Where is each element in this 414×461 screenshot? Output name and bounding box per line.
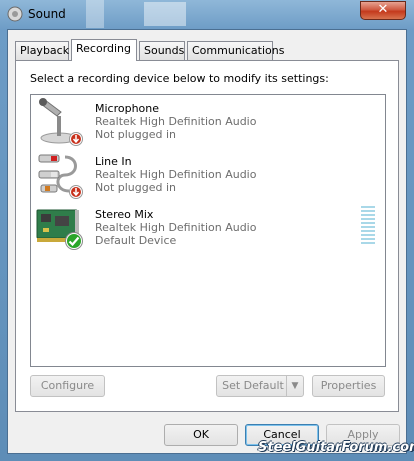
device-item-microphone[interactable]: Microphone Realtek High Definition Audio… bbox=[31, 98, 385, 150]
title-bar[interactable]: Sound ✕ bbox=[0, 0, 414, 28]
device-driver: Realtek High Definition Audio bbox=[95, 168, 257, 181]
device-name: Stereo Mix bbox=[95, 208, 154, 221]
sound-dialog-window: Sound ✕ Playback Recording Sounds Commun… bbox=[0, 0, 414, 461]
device-driver: Realtek High Definition Audio bbox=[95, 115, 257, 128]
tab-communications[interactable]: Communications bbox=[187, 41, 284, 60]
instruction-text: Select a recording device below to modif… bbox=[30, 72, 329, 85]
device-item-line-in[interactable]: Line In Realtek High Definition Audio No… bbox=[31, 151, 385, 203]
device-name: Line In bbox=[95, 155, 132, 168]
ok-button[interactable]: OK bbox=[164, 424, 238, 446]
device-status: Default Device bbox=[95, 234, 177, 247]
chevron-down-icon[interactable]: ▼ bbox=[286, 376, 303, 396]
properties-button[interactable]: Properties bbox=[312, 375, 385, 397]
dialog-client-area: Playback Recording Sounds Communications… bbox=[7, 29, 407, 454]
configure-button[interactable]: Configure bbox=[30, 375, 105, 397]
recording-device-list[interactable]: Microphone Realtek High Definition Audio… bbox=[30, 94, 386, 367]
title-glass-highlight bbox=[86, 0, 104, 28]
unplugged-badge-icon bbox=[69, 185, 83, 199]
tab-recording[interactable]: Recording bbox=[71, 39, 137, 61]
level-meter bbox=[361, 206, 375, 248]
set-default-label: Set Default bbox=[222, 379, 284, 392]
speaker-icon bbox=[7, 6, 23, 22]
close-button[interactable]: ✕ bbox=[360, 1, 406, 20]
title-glass-highlight bbox=[144, 2, 186, 26]
unplugged-badge-icon bbox=[69, 132, 83, 146]
window-title: Sound bbox=[28, 7, 66, 21]
watermark: SteelGuitarForum.com bbox=[258, 440, 414, 455]
device-driver: Realtek High Definition Audio bbox=[95, 221, 257, 234]
device-status: Not plugged in bbox=[95, 128, 177, 141]
device-status: Not plugged in bbox=[95, 181, 177, 194]
tab-sounds[interactable]: Sounds bbox=[139, 41, 185, 60]
default-check-icon bbox=[65, 232, 83, 250]
recording-tab-panel: Select a recording device below to modif… bbox=[15, 60, 399, 412]
set-default-button[interactable]: Set Default ▼ bbox=[216, 375, 304, 397]
device-item-stereo-mix[interactable]: Stereo Mix Realtek High Definition Audio… bbox=[31, 204, 385, 256]
tab-playback[interactable]: Playback bbox=[15, 41, 69, 60]
device-name: Microphone bbox=[95, 102, 160, 115]
